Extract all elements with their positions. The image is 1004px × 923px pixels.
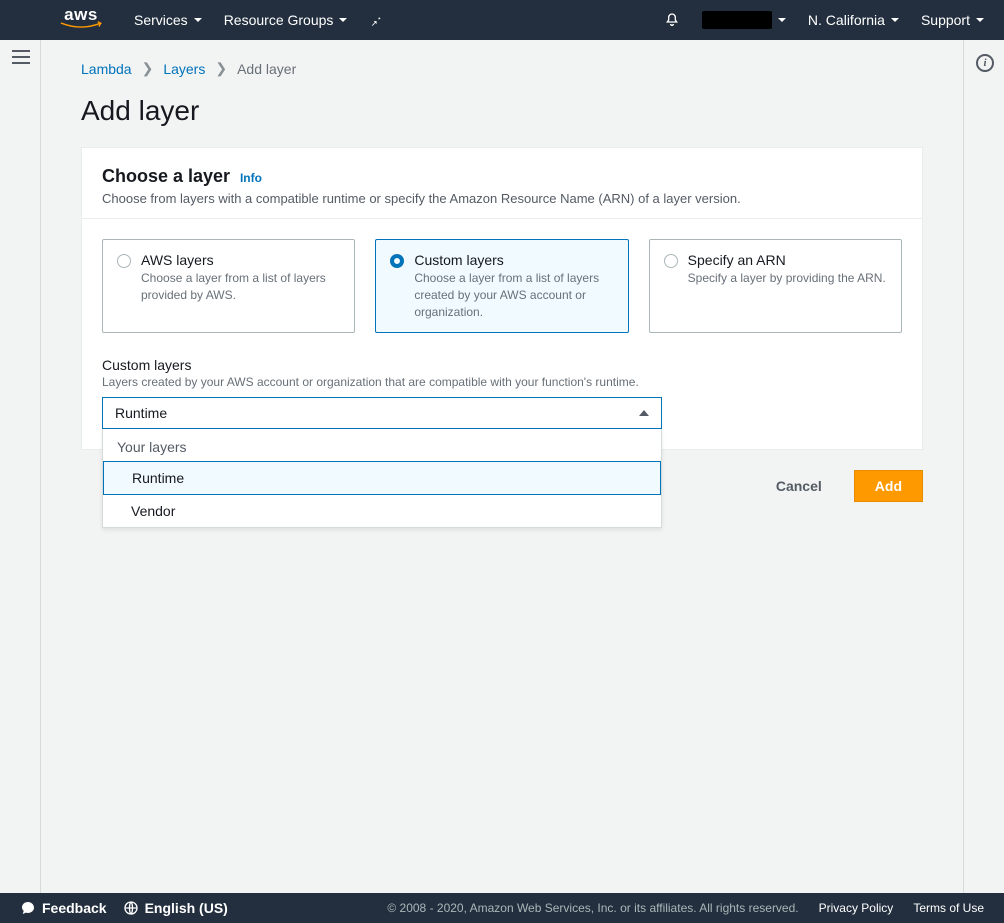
option-desc: Choose a layer from a list of layers pro… (141, 270, 340, 304)
nav-support[interactable]: Support (921, 12, 984, 28)
caret-down-icon (891, 18, 899, 22)
panel-description: Choose from layers with a compatible run… (102, 191, 902, 206)
radio-icon (664, 254, 678, 268)
cancel-button[interactable]: Cancel (756, 470, 842, 502)
footer: Feedback English (US) © 2008 - 2020, Ama… (0, 893, 1004, 923)
custom-layers-select[interactable]: Runtime (102, 397, 662, 429)
breadcrumb: Lambda ❯ Layers ❯ Add layer (81, 60, 923, 77)
radio-icon (390, 254, 404, 268)
info-icon[interactable]: i (976, 54, 994, 72)
chevron-right-icon: ❯ (215, 60, 227, 77)
bell-icon[interactable] (664, 12, 680, 28)
caret-down-icon (339, 18, 347, 22)
option-title: AWS layers (141, 252, 340, 268)
custom-layers-hint: Layers created by your AWS account or or… (102, 375, 902, 389)
option-custom-layers[interactable]: Custom layers Choose a layer from a list… (375, 239, 628, 333)
account-pill (702, 11, 772, 29)
feedback-link[interactable]: Feedback (20, 900, 107, 916)
dropdown-option-runtime[interactable]: Runtime (103, 461, 661, 495)
radio-icon (117, 254, 131, 268)
select-value: Runtime (115, 405, 167, 421)
add-button[interactable]: Add (854, 470, 923, 502)
nav-region[interactable]: N. California (808, 12, 899, 28)
option-desc: Choose a layer from a list of layers cre… (414, 270, 613, 320)
pin-icon (369, 13, 383, 27)
breadcrumb-link-layers[interactable]: Layers (163, 61, 205, 77)
caret-down-icon (778, 18, 786, 22)
language-selector[interactable]: English (US) (123, 900, 228, 916)
breadcrumb-current: Add layer (237, 61, 296, 77)
dropdown-option-vendor[interactable]: Vendor (103, 495, 661, 527)
hamburger-menu[interactable] (12, 50, 30, 64)
dropdown-group-label: Your layers (103, 429, 661, 461)
option-title: Specify an ARN (688, 252, 886, 268)
nav-pin[interactable] (369, 13, 383, 27)
nav-resource-groups[interactable]: Resource Groups (224, 12, 348, 28)
option-title: Custom layers (414, 252, 613, 268)
choose-layer-panel: Choose a layer Info Choose from layers w… (81, 147, 923, 450)
option-aws-layers[interactable]: AWS layers Choose a layer from a list of… (102, 239, 355, 333)
triangle-up-icon (639, 410, 649, 416)
page-title: Add layer (81, 95, 923, 127)
globe-icon (123, 900, 139, 916)
speech-bubble-icon (20, 900, 36, 916)
panel-heading: Choose a layer (102, 166, 230, 186)
option-specify-arn[interactable]: Specify an ARN Specify a layer by provid… (649, 239, 902, 333)
custom-layers-label: Custom layers (102, 357, 902, 373)
option-desc: Specify a layer by providing the ARN. (688, 270, 886, 287)
privacy-link[interactable]: Privacy Policy (819, 901, 894, 915)
aws-logo[interactable]: aws (60, 9, 102, 31)
copyright-text: © 2008 - 2020, Amazon Web Services, Inc.… (387, 901, 798, 915)
main-content: Lambda ❯ Layers ❯ Add layer Add layer Ch… (40, 40, 964, 893)
top-nav: aws Services Resource Groups N. Californ… (0, 0, 1004, 40)
nav-account[interactable] (702, 11, 786, 29)
terms-link[interactable]: Terms of Use (913, 901, 984, 915)
caret-down-icon (194, 18, 202, 22)
nav-services[interactable]: Services (134, 12, 202, 28)
info-link[interactable]: Info (240, 171, 262, 185)
custom-layers-dropdown: Your layers Runtime Vendor (102, 429, 662, 528)
breadcrumb-link-lambda[interactable]: Lambda (81, 61, 132, 77)
caret-down-icon (976, 18, 984, 22)
chevron-right-icon: ❯ (142, 60, 154, 77)
